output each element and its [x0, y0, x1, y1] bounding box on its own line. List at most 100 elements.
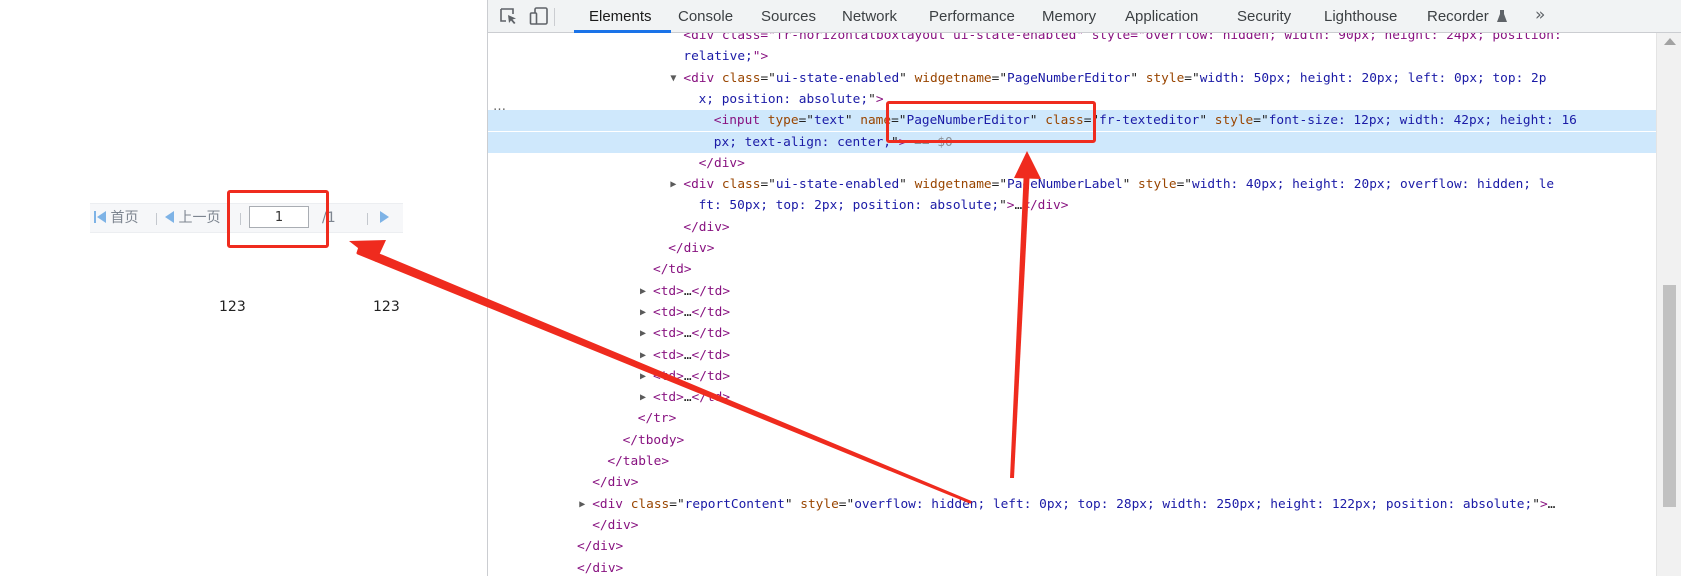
scrollbar-thumb[interactable]: [1663, 285, 1676, 507]
tab-memory[interactable]: Memory: [1042, 0, 1096, 32]
dom-token: ": [1199, 113, 1215, 129]
dom-token: …: [683, 283, 692, 299]
dom-token: …: [683, 304, 692, 320]
dom-node[interactable]: relative;">: [488, 46, 1656, 67]
prev-page-icon: [165, 211, 174, 223]
dom-token: relative;: [683, 49, 753, 65]
devtools-toolbar: Elements Console Sources Network Performance…: [488, 0, 1681, 33]
dom-node[interactable]: </div>: [488, 558, 1656, 576]
dom-token: </td>: [691, 390, 731, 406]
dom-token: =": [991, 70, 1008, 86]
tab-elements[interactable]: Elements: [589, 0, 652, 32]
collapsed-caret-icon[interactable]: ▶: [640, 323, 653, 344]
collapsed-caret-icon[interactable]: ▶: [579, 494, 592, 515]
dom-token: ": [784, 496, 801, 512]
dom-token: ": [844, 113, 861, 129]
dom-node[interactable]: ▶ <div class="reportContent" style="overf…: [488, 494, 1656, 515]
dom-token: =": [1184, 70, 1200, 86]
dom-node[interactable]: ▶ <div class="ui-state-enabled" widgetnam…: [488, 174, 1656, 195]
collapsed-caret-icon[interactable]: ▶: [640, 366, 653, 387]
dom-node[interactable]: ▶ <td>…</td>: [488, 366, 1656, 387]
tab-application[interactable]: Application: [1125, 0, 1198, 32]
dom-token: px; text-align: center;: [713, 134, 891, 150]
dom-token: PageNumberLabel: [1007, 177, 1123, 193]
dom-tree-scrollbar[interactable]: [1656, 33, 1681, 576]
dom-token: <div: [592, 496, 631, 512]
scroll-up-arrow-icon[interactable]: [1664, 38, 1676, 45]
dom-token: ": [1130, 70, 1146, 86]
dom-node[interactable]: </div>: [488, 217, 1656, 238]
dom-node[interactable]: </div>: [488, 238, 1656, 259]
dom-node[interactable]: ▼ <div class="ui-state-enabled" widgetnam…: [488, 68, 1656, 89]
page-total-label: /1: [322, 210, 336, 226]
tab-lighthouse[interactable]: Lighthouse: [1324, 0, 1397, 32]
dom-token: <td>: [653, 347, 684, 363]
dom-token: </div>: [577, 560, 624, 576]
dom-token: ": [1029, 113, 1046, 129]
dom-token: ": [1122, 177, 1139, 193]
collapsed-caret-icon[interactable]: ▶: [640, 281, 653, 302]
more-tabs-icon[interactable]: »: [1535, 5, 1545, 25]
collapsed-caret-icon[interactable]: ▶: [640, 345, 653, 366]
dom-node[interactable]: </div>: [488, 153, 1656, 174]
tab-security[interactable]: Security: [1237, 0, 1291, 32]
dom-token: == $0: [906, 134, 953, 150]
dom-node[interactable]: ▶ <td>…</td>: [488, 302, 1656, 323]
pager-separator: [240, 213, 241, 225]
dom-node-selected[interactable]: <input type="text" name="PageNumberEdito…: [488, 110, 1656, 132]
dom-node[interactable]: </td>: [488, 259, 1656, 280]
dom-node[interactable]: </div>: [488, 515, 1656, 536]
dom-node-selected[interactable]: px; text-align: center;"> == $0: [488, 131, 1656, 153]
page-number-input[interactable]: [249, 206, 309, 228]
dom-token: class: [721, 70, 761, 86]
dom-node[interactable]: ▶ <td>…</td>: [488, 323, 1656, 344]
elements-dom-tree[interactable]: … <div class="fr-horizontalboxlayout ui-…: [488, 33, 1656, 576]
dom-token: PageNumberEditor: [1007, 70, 1131, 86]
dom-node[interactable]: ft: 50px; top: 2px; position: absolute;"…: [488, 195, 1656, 216]
dom-node[interactable]: </tbody>: [488, 430, 1656, 451]
dom-node[interactable]: ▶ <td>…</td>: [488, 281, 1656, 302]
dom-token: >: [875, 91, 884, 107]
dom-token: <td>: [653, 368, 684, 384]
dom-token: font-size: 12px; width: 42px; height: 16: [1268, 113, 1577, 129]
dom-token: widgetname: [914, 177, 992, 193]
dom-token: =": [798, 113, 814, 129]
dom-token: </div>: [1022, 198, 1069, 214]
expanded-caret-icon[interactable]: ▼: [670, 68, 683, 89]
collapsed-caret-icon[interactable]: ▶: [640, 387, 653, 408]
first-page-button[interactable]: 首页: [94, 204, 138, 232]
recorder-flask-icon: [1497, 10, 1507, 22]
dom-node[interactable]: ▶ <td>…</td>: [488, 345, 1656, 366]
dom-node[interactable]: ▶ <td>…</td>: [488, 387, 1656, 408]
device-toolbar-icon[interactable]: [529, 7, 549, 25]
dom-token: ">: [752, 49, 769, 65]
dom-token: =": [1253, 113, 1269, 129]
dom-token: …: [683, 326, 692, 342]
dom-node[interactable]: <div class="fr-horizontalboxlayout ui-st…: [488, 33, 1656, 46]
dom-token: =": [838, 496, 855, 512]
dom-token: </div>: [698, 155, 745, 171]
dom-token: =": [891, 113, 907, 129]
collapsed-caret-icon[interactable]: ▶: [640, 302, 653, 323]
report-cell-value: 123: [219, 299, 246, 315]
dom-node[interactable]: x; position: absolute;">: [488, 89, 1656, 110]
dom-token: name: [860, 113, 892, 129]
tab-performance[interactable]: Performance: [929, 0, 1015, 32]
dom-node[interactable]: </div>: [488, 472, 1656, 493]
collapsed-caret-icon[interactable]: ▶: [670, 174, 683, 195]
dom-node[interactable]: </tr>: [488, 408, 1656, 429]
dom-node[interactable]: </table>: [488, 451, 1656, 472]
next-page-button[interactable]: [380, 204, 389, 232]
dom-token: width: 50px; height: 20px; left: 0px; to…: [1199, 70, 1547, 86]
dom-token: ": [891, 134, 899, 150]
inspect-element-icon[interactable]: [499, 7, 519, 25]
prev-page-button[interactable]: 上一页: [165, 204, 220, 232]
tab-network[interactable]: Network: [842, 0, 897, 32]
dom-node[interactable]: </div>: [488, 536, 1656, 557]
dom-token: widgetname: [914, 70, 992, 86]
first-page-label: 首页: [110, 210, 139, 226]
tab-recorder[interactable]: Recorder: [1427, 0, 1489, 32]
tab-console[interactable]: Console: [678, 0, 733, 32]
dom-token: style: [1138, 177, 1177, 193]
tab-sources[interactable]: Sources: [761, 0, 816, 32]
